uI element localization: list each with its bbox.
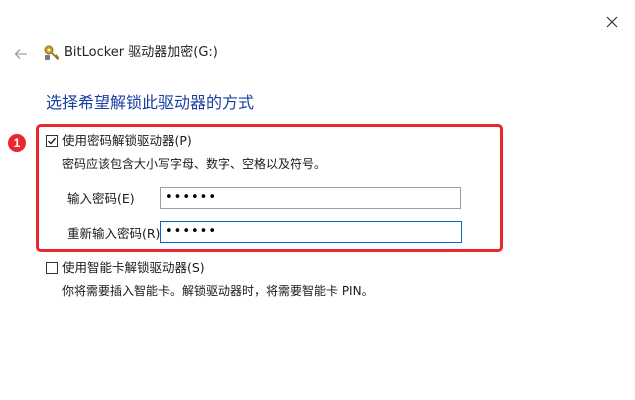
password-checkbox-box[interactable] <box>46 135 58 147</box>
bitlocker-dialog: BitLocker 驱动器加密(G:) 选择希望解锁此驱动器的方式 1 使用密码… <box>0 0 635 400</box>
use-smartcard-label: 使用智能卡解锁驱动器(S) <box>62 260 205 275</box>
reenter-password-label: 重新输入密码(R) <box>67 226 161 241</box>
page-heading: 选择希望解锁此驱动器的方式 <box>46 93 255 112</box>
enter-password-field[interactable]: •••••• <box>160 187 461 209</box>
smartcard-checkbox-box[interactable] <box>46 262 58 274</box>
back-arrow-icon <box>14 49 27 59</box>
use-password-checkbox[interactable]: 使用密码解锁驱动器(P) <box>46 133 192 149</box>
close-icon <box>606 16 618 28</box>
back-button[interactable] <box>10 43 32 65</box>
step-badge: 1 <box>8 134 26 152</box>
password-requirements-text: 密码应该包含大小写字母、数字、空格以及符号。 <box>62 157 327 171</box>
enter-password-label: 输入密码(E) <box>67 191 135 206</box>
use-password-label: 使用密码解锁驱动器(P) <box>62 133 192 148</box>
title-bar: BitLocker 驱动器加密(G:) <box>0 40 635 68</box>
bitlocker-key-icon <box>44 45 60 61</box>
window-title: BitLocker 驱动器加密(G:) <box>64 45 218 60</box>
close-button[interactable] <box>598 8 626 36</box>
checkmark-icon <box>48 137 57 145</box>
reenter-password-field[interactable]: •••••• <box>160 221 462 243</box>
use-smartcard-checkbox[interactable]: 使用智能卡解锁驱动器(S) <box>46 260 205 276</box>
smartcard-requirements-text: 你将需要插入智能卡。解锁驱动器时，将需要智能卡 PIN。 <box>62 284 374 298</box>
